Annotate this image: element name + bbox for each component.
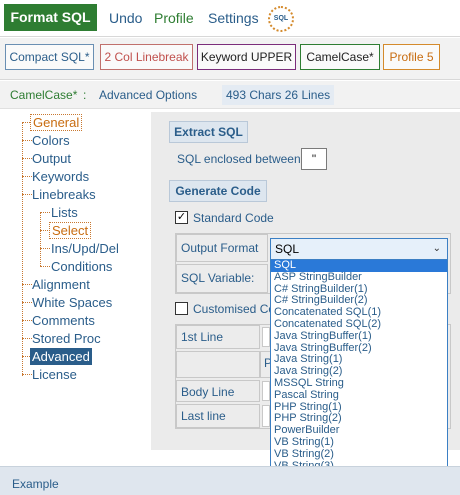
last-line-label: Last line — [176, 404, 260, 428]
settings-menu[interactable]: Settings — [208, 10, 259, 26]
output-format-label: Output Format — [176, 234, 268, 262]
tree-item-linebreaks[interactable]: Linebreaks — [30, 186, 98, 203]
tree-item-ins-upd-del[interactable]: Ins/Upd/Del — [49, 240, 121, 257]
profile-button-keyword-upper[interactable]: Keyword UPPER — [197, 44, 296, 70]
profile-menu[interactable]: Profile — [154, 10, 194, 26]
tree-connector-sub — [40, 212, 41, 266]
profile-button-camelcase[interactable]: CamelCase* — [300, 44, 380, 70]
sql-logo-icon: SQL — [268, 6, 294, 32]
tree-item-keywords[interactable]: Keywords — [30, 168, 91, 185]
body-line-input[interactable] — [262, 381, 270, 401]
example-bar[interactable]: Example — [0, 466, 460, 495]
output-format-dropdown[interactable]: SQL ASP StringBuilder C# StringBuilder(1… — [270, 259, 448, 495]
dropdown-option[interactable]: VB String(2) — [271, 448, 447, 461]
undo-menu[interactable]: Undo — [109, 10, 142, 26]
customised-code-label: Customised Co — [193, 302, 276, 316]
output-format-select[interactable]: SQL ⌄ — [270, 238, 448, 260]
dropdown-option[interactable]: Java StringBuffer(1) — [271, 330, 447, 343]
lines-label: Lines — [301, 88, 331, 102]
profile-button-compact-sql[interactable]: Compact SQL* — [5, 44, 94, 70]
first-line-input[interactable] — [262, 327, 270, 347]
dropdown-option[interactable]: Pascal String — [271, 389, 447, 402]
chars-label: Chars — [249, 88, 282, 102]
tree-item-general[interactable]: General — [30, 114, 83, 131]
status-row: CamelCase* : Advanced Options 493 Chars … — [0, 81, 460, 109]
tree-item-colors[interactable]: Colors — [30, 132, 72, 149]
dropdown-option[interactable]: VB String(1) — [271, 436, 447, 449]
tree-item-advanced[interactable]: Advanced — [30, 348, 92, 365]
format-sql-button[interactable]: Format SQL — [4, 4, 97, 31]
example-label: Example — [12, 477, 59, 491]
standard-code-checkbox[interactable]: ✓ — [175, 211, 188, 224]
active-profile-name: CamelCase* — [10, 88, 78, 102]
logo-text: SQL — [273, 15, 289, 22]
sql-enclosed-label: SQL enclosed between: — [177, 152, 304, 166]
chevron-down-icon: ⌄ — [432, 243, 441, 254]
lines-count: 26 — [284, 88, 299, 102]
options-tree: General Colors Output Keywords Linebreak… — [0, 110, 158, 465]
extract-sql-button[interactable]: Extract SQL — [169, 121, 248, 143]
standard-code-label: Standard Code — [193, 211, 274, 225]
tree-item-output[interactable]: Output — [30, 150, 73, 167]
profile-button-profile-5[interactable]: Profile 5 — [383, 44, 440, 70]
empty-cell — [176, 351, 260, 378]
tree-item-white-spaces[interactable]: White Spaces — [30, 294, 114, 311]
output-format-value: SQL — [275, 242, 300, 256]
sql-enclosed-input[interactable]: " — [301, 148, 327, 170]
chars-count: 493 — [226, 88, 247, 102]
dropdown-option[interactable]: MSSQL String — [271, 377, 447, 390]
customised-code-checkbox[interactable] — [175, 302, 188, 315]
status-separator: : — [83, 88, 87, 102]
tree-item-select[interactable]: Select — [49, 222, 92, 239]
last-line-input[interactable] — [262, 405, 270, 427]
current-section-label: Advanced Options — [99, 88, 198, 102]
first-line-label: 1st Line — [176, 325, 260, 349]
tree-item-conditions[interactable]: Conditions — [49, 258, 114, 275]
tree-item-comments[interactable]: Comments — [30, 312, 97, 329]
profile-bar: Compact SQL* 2 Col Linebreak Keyword UPP… — [0, 38, 460, 80]
tree-item-stored-proc[interactable]: Stored Proc — [30, 330, 103, 347]
dropdown-option[interactable]: Concatenated SQL(2) — [271, 318, 447, 331]
tree-item-license[interactable]: License — [30, 366, 79, 383]
body-line-label: Body Line — [176, 380, 260, 402]
sql-variable-label: SQL Variable: — [176, 264, 268, 293]
tree-item-alignment[interactable]: Alignment — [30, 276, 92, 293]
dropdown-option[interactable]: ASP StringBuilder — [271, 271, 447, 284]
generate-code-button[interactable]: Generate Code — [169, 180, 267, 202]
tree-item-lists[interactable]: Lists — [49, 204, 80, 221]
char-line-counts: 493 Chars 26 Lines — [222, 85, 335, 105]
profile-button-2-col-linebreak[interactable]: 2 Col Linebreak — [100, 44, 193, 70]
top-menu-bar: Format SQL Undo Profile Settings SQL — [0, 0, 460, 37]
